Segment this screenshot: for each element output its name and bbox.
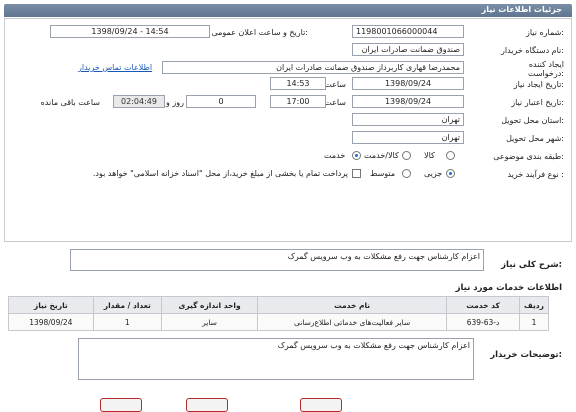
announce-datetime-field[interactable]: 1398/09/24 - 14:54	[50, 25, 210, 38]
col-service-code: کد خدمت	[446, 296, 521, 314]
action-button[interactable]	[300, 398, 342, 412]
need-details-panel	[4, 18, 572, 242]
buyer-org-label: نام دستگاه خریدار:	[500, 46, 564, 55]
created-time-field[interactable]: 14:53	[270, 77, 326, 90]
purchase-medium-radio[interactable]	[402, 169, 411, 178]
purchase-minor-label: جزیی	[424, 169, 443, 178]
category-goods-radio[interactable]	[446, 151, 455, 160]
buyer-contact-link[interactable]: اطلاعات تماس خریدار	[78, 63, 152, 72]
deadline-date-label: تاریخ اعتبار نیاز:	[511, 98, 564, 107]
need-number-label: شماره نیاز:	[525, 28, 564, 37]
need-date-cell: 1398/09/24	[8, 313, 94, 331]
category-goods-label: کالا	[424, 151, 435, 160]
province-label: استان محل تحویل:	[501, 116, 564, 125]
purchase-type-label: نوع فرآیند خرید :	[507, 170, 564, 179]
province-field[interactable]: تهران	[352, 113, 464, 126]
print-button[interactable]	[186, 398, 228, 412]
category-label: طبقه بندی موضوعی:	[493, 152, 564, 161]
col-unit: واحد اندازه گیری	[160, 296, 259, 314]
remaining-time-label: ساعت باقی مانده	[40, 98, 100, 107]
unit-cell: سایر	[160, 313, 259, 331]
need-number-field[interactable]: 1198001066000044	[352, 25, 464, 38]
days-and-label: روز و	[166, 98, 184, 107]
buyer-org-field[interactable]: صندوق ضمانت صادرات ایران	[352, 43, 464, 56]
summary-label: شرح کلی نیاز:	[501, 260, 562, 270]
row-number-cell: 1	[519, 313, 549, 331]
col-need-date: تاریخ نیاز	[8, 296, 94, 314]
created-date-field[interactable]: 1398/09/24	[352, 77, 464, 90]
created-date-label: تاریخ ایجاد نیاز:	[513, 80, 564, 89]
category-goods-service-radio[interactable]	[402, 151, 411, 160]
treasury-payment-checkbox[interactable]	[352, 169, 361, 178]
service-name-cell: سایر فعالیت‌های خدماتی اطلاع‌رسانی	[257, 313, 448, 331]
buyer-notes-label: توضیحات خریدار:	[490, 350, 562, 360]
col-service-name: نام خدمت	[257, 296, 448, 314]
purchase-minor-radio[interactable]	[446, 169, 455, 178]
service-code-cell: د-63-639	[446, 313, 521, 331]
buyer-notes-field[interactable]: اعزام کارشناس جهت رفع مشکلات به وب سرویس…	[78, 338, 474, 380]
services-section-title: اطلاعات خدمات مورد نیاز	[455, 283, 562, 293]
back-button[interactable]	[100, 398, 142, 412]
col-quantity: تعداد / مقدار	[92, 296, 162, 314]
table-row: 1 د-63-639 سایر فعالیت‌های خدماتی اطلاع‌…	[8, 313, 549, 331]
announce-datetime-label: تاریخ و ساعت اعلان عمومی:	[211, 28, 308, 37]
city-label: شهر محل تحویل:	[506, 134, 564, 143]
summary-field[interactable]: اعزام کارشناس جهت رفع مشکلات به وب سرویس…	[70, 249, 484, 271]
deadline-date-field[interactable]: 1398/09/24	[352, 95, 464, 108]
category-service-label: خدمت	[324, 151, 346, 160]
remaining-days-field[interactable]: 0	[186, 95, 256, 108]
city-field[interactable]: تهران	[352, 131, 464, 144]
quantity-cell: 1	[92, 313, 162, 331]
page-header: جزئیات اطلاعات نیاز	[4, 4, 572, 17]
created-time-label: ساعت	[324, 80, 346, 89]
remaining-time-field: 02:04:49	[113, 95, 165, 108]
requester-label: ایجاد کننده درخواست:	[528, 60, 564, 78]
deadline-time-field[interactable]: 17:00	[270, 95, 326, 108]
services-table: ردیف کد خدمت نام خدمت واحد اندازه گیری ت…	[8, 296, 549, 331]
purchase-medium-label: متوسط	[370, 169, 396, 178]
page-title: جزئیات اطلاعات نیاز	[481, 5, 562, 14]
deadline-time-label: ساعت	[324, 98, 346, 107]
treasury-payment-note: پرداخت تمام یا بخشی از مبلغ خرید،از محل …	[92, 169, 348, 178]
col-row-number: ردیف	[519, 296, 549, 314]
requester-field[interactable]: محمدرضا قهاری کاربرداز صندوق ضمانت صادرا…	[162, 61, 464, 74]
category-goods-service-label: کالا/خدمت	[364, 151, 399, 160]
category-service-radio[interactable]	[352, 151, 361, 160]
